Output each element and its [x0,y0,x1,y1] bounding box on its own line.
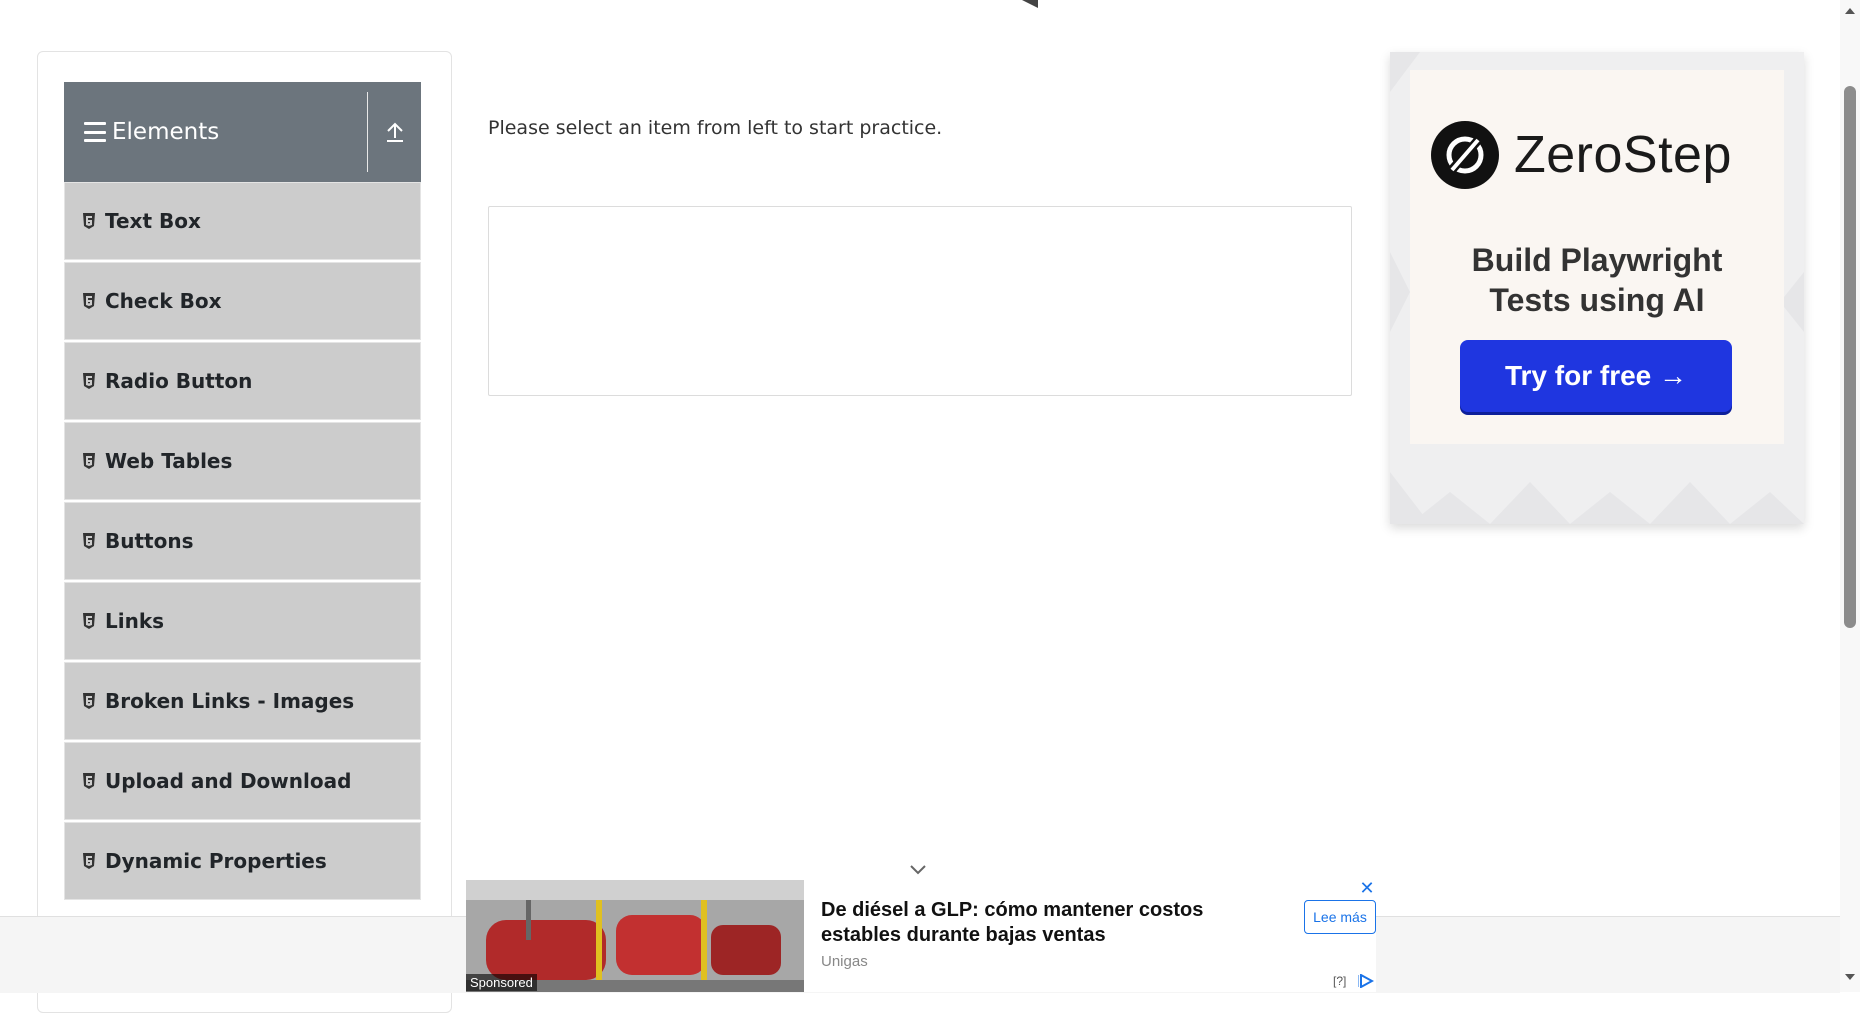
menu-item-dynamic-properties[interactable]: Dynamic Properties [64,822,421,900]
menu-item-upload-download[interactable]: Upload and Download [64,742,421,820]
intro-text: Please select an item from left to start… [488,117,943,139]
sponsored-label: Sponsored [466,974,537,991]
html5-icon [83,693,95,709]
collapse-arrow-icon[interactable] [384,120,406,144]
html5-icon [83,853,95,869]
menu-item-broken-links[interactable]: Broken Links - Images [64,662,421,740]
ad-info-link[interactable]: [?] [1333,974,1346,988]
menu-item-label: Broken Links - Images [105,689,355,713]
menu-item-label: Web Tables [105,449,233,473]
bottom-ad[interactable]: Sponsored De diésel a GLP: cómo mantener… [466,880,1376,992]
html5-icon [83,213,95,229]
html5-icon [83,773,95,789]
zerostep-logo-icon [1431,121,1499,189]
practice-area [488,206,1352,396]
scroll-down-arrow-icon[interactable] [1843,972,1857,982]
ad-advertiser: Unigas [821,953,868,970]
elements-menu-list: Text Box Check Box Radio Button Web Tabl… [64,182,421,902]
chevron-down-icon[interactable] [908,862,928,876]
html5-icon [83,373,95,389]
menu-item-label: Links [105,609,165,633]
menu-item-label: Buttons [105,529,194,553]
menu-item-radio-button[interactable]: Radio Button [64,342,421,420]
menu-item-label: Radio Button [105,369,253,393]
menu-item-buttons[interactable]: Buttons [64,502,421,580]
adchoices-icon[interactable] [1358,974,1374,988]
ad-title[interactable]: De diésel a GLP: cómo mantener costos es… [821,898,1241,948]
html5-icon [83,533,95,549]
html5-icon [83,613,95,629]
menu-item-links[interactable]: Links [64,582,421,660]
menu-item-web-tables[interactable]: Web Tables [64,422,421,500]
menu-item-label: Text Box [105,209,201,233]
ad-headline: Build Playwright Tests using AI [1410,240,1784,320]
ad-headline-line1: Build Playwright [1471,242,1723,278]
ad-headline-line2: Tests using AI [1489,282,1705,318]
scrollbar-thumb[interactable] [1844,86,1856,628]
header-logo-fragment [1022,0,1038,8]
html5-icon [83,293,95,309]
scroll-up-arrow-icon[interactable] [1843,6,1857,16]
html5-icon [83,453,95,469]
hamburger-icon [84,122,106,142]
elements-group-header[interactable]: Elements [64,82,421,182]
close-icon[interactable]: ✕ [1358,880,1376,898]
zerostep-ad[interactable]: ZeroStep Build Playwright Tests using AI… [1390,52,1804,524]
ad-brand: ZeroStep [1514,126,1732,184]
menu-item-label: Dynamic Properties [105,849,327,873]
group-title: Elements [112,119,220,145]
read-more-button[interactable]: Lee más [1304,900,1376,934]
menu-item-check-box[interactable]: Check Box [64,262,421,340]
menu-item-label: Check Box [105,289,222,313]
try-for-free-button[interactable]: Try for free → [1460,340,1732,412]
menu-item-text-box[interactable]: Text Box [64,182,421,260]
menu-item-label: Upload and Download [105,769,352,793]
ad-panel: ZeroStep Build Playwright Tests using AI… [1410,70,1784,444]
header-divider [367,92,368,172]
